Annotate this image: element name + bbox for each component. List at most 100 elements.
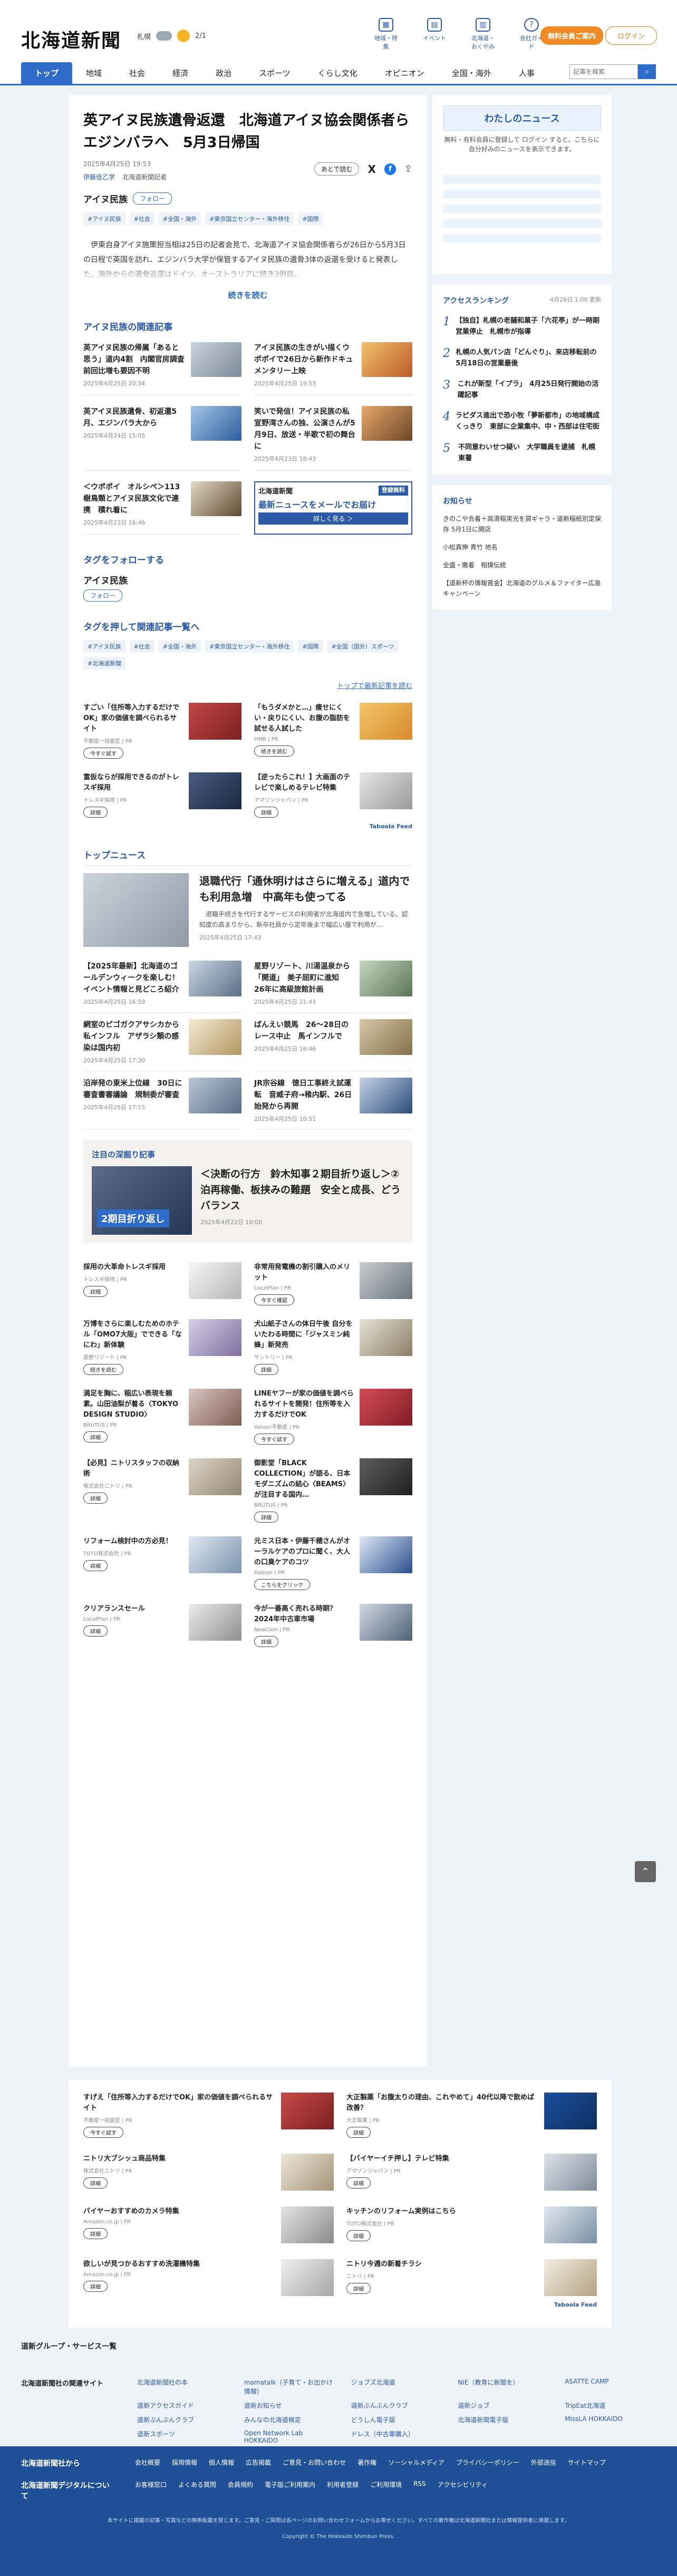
nav-culture[interactable]: くらし文化 [304, 62, 371, 84]
related-site-link[interactable]: 道新アクセスガイド [137, 2401, 228, 2410]
related-item[interactable]: 英アイヌ民族の帰属「あると思う」道内4割 内閣官房調査 前回比増も要因不明 202… [83, 342, 241, 395]
related-site-link[interactable]: mamatalk（子育て・お出かけ情報） [244, 2378, 335, 2396]
sponsored-item[interactable]: 非常用発電機の割引購入のメリット LocalPlan | PR 今すぐ確認 [254, 1262, 412, 1305]
ad-cta-button[interactable]: 今すぐ確認 [254, 1294, 294, 1305]
footer-link[interactable]: ご利用環境 [370, 2480, 402, 2501]
notice-item[interactable]: 【道新杯の情報賞金】北海道のグルメ＆ファイター広島キャンペーン [443, 578, 601, 599]
sponsored-item[interactable]: キッチンのリフォーム実例はこちら TOTO株式会社 | PR 詳細 [346, 2206, 597, 2243]
read-more-link[interactable]: 続きを読む [83, 289, 412, 301]
sponsored-item[interactable]: ニトリ大ブシッュ商品特集 株式会社ニトリ | PR 詳細 [83, 2154, 334, 2191]
ranking-item[interactable]: 5 不同意わいせつ疑い 大学職員を逮捕 札幌東署 [443, 442, 601, 464]
login-button[interactable]: ログイン [605, 26, 657, 45]
nav-region[interactable]: 地域 [72, 62, 115, 84]
header-icon-regions[interactable]: ▦ 地域・特集 [372, 18, 400, 51]
search-icon[interactable]: ⌕ [638, 64, 656, 79]
ad-cta-button[interactable]: 詳細 [346, 2230, 371, 2241]
footer-link[interactable]: 電子版ご利用案内 [265, 2480, 315, 2501]
footer-link[interactable]: プライバシーポリシー [456, 2458, 519, 2468]
article-tag-name[interactable]: アイヌ民族 [83, 192, 128, 205]
nav-society[interactable]: 社会 [115, 62, 159, 84]
tag-link[interactable]: #全国・海外 [158, 640, 201, 653]
footer-link[interactable]: ソーシャルメディア [388, 2458, 444, 2468]
facebook-share-icon[interactable]: f [384, 163, 396, 175]
sponsored-item[interactable]: クリアランスセール LocalPlan | PR 詳細 [83, 1604, 241, 1647]
sponsored-item[interactable]: 御影堂「BLACK COLLECTION」が語る、日本モダニズムの結心〈BEAM… [254, 1458, 412, 1523]
footer-link[interactable]: 個人情報 [209, 2458, 234, 2468]
author-name[interactable]: 伊藤佳乙学 [83, 172, 115, 181]
related-site-link[interactable]: ジョブズ北海道 [351, 2378, 442, 2396]
ad-cta-button[interactable]: 続きを読む [254, 745, 294, 757]
ad-cta-button[interactable]: 今すぐ試す [83, 2127, 123, 2138]
ad-cta-button[interactable]: 詳細 [254, 1636, 278, 1647]
nav-politics[interactable]: 政治 [202, 62, 245, 84]
related-site-link[interactable]: 道新ぶんぶんクラブ [137, 2415, 228, 2424]
ad-cta-button[interactable]: 詳細 [83, 1493, 108, 1504]
x-share-icon[interactable]: X [367, 163, 375, 176]
nav-personnel[interactable]: 人事 [505, 62, 548, 84]
tag-link[interactable]: #国際 [298, 640, 323, 653]
ranking-item[interactable]: 2 札幌の人気パン店「どんぐり」、来店移転前の5月18日の営業最後 [443, 347, 601, 369]
related-item[interactable]: 英アイヌ民族遺骨、初返還5月、エジンバラ大から 2025年4月24日 15:05 [83, 406, 241, 471]
ad-cta-button[interactable]: こちらをクリック [254, 1579, 310, 1590]
related-site-link[interactable]: 北海道新聞社の本 [137, 2378, 228, 2396]
scroll-to-top-button[interactable]: ⌃ [635, 1861, 656, 1882]
related-site-link[interactable]: ドレス（中古車購入） [351, 2429, 442, 2444]
ad-cta-button[interactable]: 続きを読む [83, 1364, 123, 1375]
sponsored-item[interactable]: 万博をさらに楽しむためのホテル「OMO7大阪」でできる「なにわ」新体験 星野リゾー… [83, 1319, 241, 1375]
tag-link[interactable]: #アイヌ民族 [83, 640, 125, 653]
ad-cta-button[interactable]: 詳細 [83, 2177, 108, 2188]
related-site-link[interactable]: みんなの北海道検定 [244, 2415, 335, 2424]
related-site-link[interactable]: NIE（教育に新聞を） [458, 2378, 549, 2396]
taboola-label[interactable]: Taboola Feed [83, 2301, 597, 2308]
ad-cta-button[interactable]: 詳細 [346, 2127, 371, 2138]
ad-cta-button[interactable]: 詳細 [83, 2281, 108, 2292]
sponsored-item[interactable]: 元ミス日本・伊藤千穂さんがオーラルケアのプロに聞く、大人の口臭ケアのコツ Hale… [254, 1536, 412, 1590]
ad-cta-button[interactable]: 今すぐ試す [83, 748, 123, 759]
newsletter-banner[interactable]: 北海道新聞 登録無料 最新ニュースをメールでお届け 詳しく見る ＞ [254, 481, 412, 535]
sponsored-item[interactable]: 犬山紙子さんの体日午後 自分をいたわる時間に「ジャスミン純蜂」新発売 サントリー … [254, 1319, 412, 1375]
subscribe-button[interactable]: 無料会員ご案内 [540, 26, 603, 45]
nav-opinion[interactable]: オピニオン [371, 62, 438, 84]
tag-link[interactable]: #社会 [129, 640, 154, 653]
notice-item[interactable]: 小松真伸 青竹 地名 [443, 542, 601, 553]
tag-link[interactable]: #アイヌ民族 [83, 212, 125, 225]
sponsored-item[interactable]: 欲しいが見つかるおすすめ洗濯機特集 Amazon.co.jp | PR 詳細 [83, 2259, 334, 2296]
ranking-item[interactable]: 1 【独自】札幌の老舗和菓子「六花亭」が一時期営業停止 札幌市が指導 [443, 315, 601, 337]
sponsored-item[interactable]: 【逆ったらこれ！】大画面のテレビで楽しめるテレビ特集 アマゾンジャパン | PR 詳… [254, 772, 412, 818]
related-site-link[interactable]: 北海道新聞電子版 [458, 2415, 549, 2424]
nav-sports[interactable]: スポーツ [245, 62, 304, 84]
news-item[interactable]: ばんえい競馬 26〜28日のレース中止 馬インフルで 2025年4月25日 16:… [254, 1013, 412, 1071]
site-logo[interactable]: 北海道新聞 [21, 25, 121, 53]
weather-widget[interactable]: 札幌 2/1 [137, 30, 206, 42]
related-item[interactable]: 笑いで発信！アイヌ民族の私 宣野湾さんの独、公演さんが5月9日、放送・半歌で初の… [254, 406, 412, 471]
ad-cta-button[interactable]: 詳細 [254, 1364, 278, 1375]
related-site-link[interactable]: 道新お知らせ [244, 2401, 335, 2410]
sponsored-item[interactable]: 【必見】ニトリスタッフの収納術 株式会社ニトリ | PR 詳細 [83, 1458, 241, 1523]
ad-cta-button[interactable]: 詳細 [254, 807, 278, 818]
sponsored-item[interactable]: バイヤーおすすめのカメラ特集 Amazon.co.jp | PR 詳細 [83, 2206, 334, 2243]
my-news-title[interactable]: わたしのニュース [443, 105, 601, 131]
footer-link[interactable]: サイトマップ [568, 2458, 606, 2468]
sponsored-item[interactable]: すげえ「住所等入力するだけでOK」家の価値を調べられるサイト 不動産一括査定 | … [83, 2093, 334, 2138]
ad-cta-button[interactable]: 今すぐ試す [254, 1434, 294, 1445]
footer-link[interactable]: アクセシビリティ [438, 2480, 488, 2501]
newsletter-cta[interactable]: 詳しく見る ＞ [258, 512, 408, 525]
footer-link[interactable]: 著作権 [357, 2458, 376, 2468]
tag-link[interactable]: #北海道新聞 [83, 657, 126, 670]
footer-link[interactable]: 会社概要 [135, 2458, 160, 2468]
search-input[interactable] [569, 64, 638, 79]
news-item[interactable]: 沿岸発の東米上位線 30日に 審査書審議論 規制委が審査 2025年4月25日 1… [83, 1071, 241, 1130]
sponsored-item[interactable]: 採用の大革命トレスギ採用 トレスギ採用 | PR 詳細 [83, 1262, 241, 1305]
read-later-button[interactable]: あとで読む [314, 162, 360, 176]
related-site-link[interactable]: 道新ぶんぶんクラブ [351, 2401, 442, 2410]
footer-link[interactable]: よくある質問 [178, 2480, 216, 2501]
sponsored-item[interactable]: 富仮ならが採用できるのがトレスギ採用 トレスギ採用 | PR 詳細 [83, 772, 241, 818]
sponsored-item[interactable]: 【バイヤーイチ押し】テレビ特集 アマゾンジャパン | PR 詳細 [346, 2154, 597, 2191]
ad-cta-button[interactable]: 詳細 [83, 807, 108, 818]
featured-article[interactable]: 2期目折り返し ＜決断の行方 鈴木知事２期目折り返し＞② 泊再稼働、板挟みの難題… [92, 1166, 409, 1235]
nav-world[interactable]: 全国・海外 [438, 62, 505, 84]
footer-link[interactable]: 採用情報 [172, 2458, 197, 2468]
ad-cta-button[interactable]: 詳細 [346, 2177, 371, 2188]
header-icon-events[interactable]: ▤ イベント [421, 18, 448, 51]
top-news-lead[interactable]: 退職代行「通休明けはさらに増える」道内でも利用急増 中高年も使ってる 退職手続き… [83, 873, 412, 947]
